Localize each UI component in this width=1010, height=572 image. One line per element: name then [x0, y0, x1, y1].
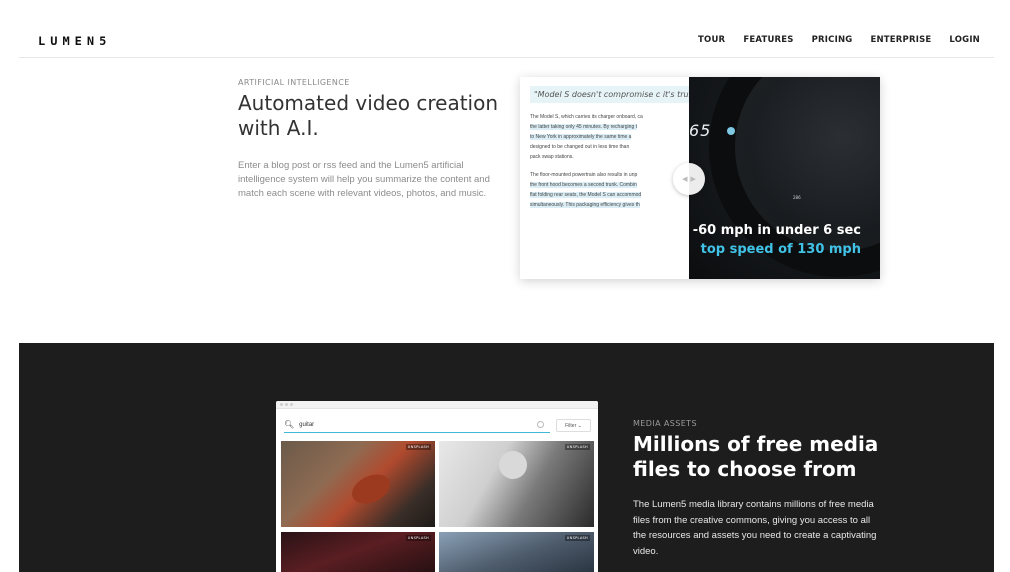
logo[interactable]: LUMEN5	[38, 34, 111, 47]
ai-title: Automated video creation with A.I.	[238, 91, 499, 140]
media-thumbnail[interactable]: UNSPLASH	[281, 532, 435, 572]
source-badge: UNSPLASH	[564, 444, 590, 450]
gauge-icon	[727, 127, 735, 135]
source-badge: UNSPLASH	[405, 535, 431, 541]
nav-tour[interactable]: TOUR	[698, 35, 725, 45]
source-badge: UNSPLASH	[405, 444, 431, 450]
video-caption-line2: top speed of 130 mph	[700, 242, 861, 257]
media-eyebrow: MEDIA ASSETS	[633, 419, 697, 428]
before-after-comparison: "Model S doesn't compromise c it's truly…	[520, 77, 880, 279]
person-image	[499, 451, 527, 479]
article-paragraph-1: The Model S, which carries its charger o…	[530, 112, 679, 162]
nav-login[interactable]: LOGIN	[949, 35, 980, 45]
article-line: designed to be changed out in less time …	[530, 144, 630, 150]
guitar-image	[347, 468, 395, 510]
ai-text-block: ARTIFICIAL INTELLIGENCE Automated video …	[238, 78, 498, 201]
article-quote: "Model S doesn't compromise c it's truly…	[530, 86, 689, 103]
article-paragraph-2: The floor-mounted powertrain also result…	[530, 170, 679, 210]
site-header: LUMEN5 TOUR FEATURES PRICING ENTERPRISE …	[0, 0, 1010, 58]
speed-readout: 65	[689, 121, 712, 140]
header-divider	[19, 57, 994, 58]
source-badge: UNSPLASH	[564, 535, 590, 541]
search-icon: 🔍︎	[284, 420, 295, 429]
chevron-left-icon: ◀	[682, 176, 688, 183]
article-line-highlight: to New York in approximately the same ti…	[530, 134, 632, 140]
media-thumbnail[interactable]: UNSPLASH	[439, 441, 594, 527]
small-readout: 286	[793, 195, 801, 200]
media-library-window: 🔍︎ guitar Filter ⌄ UNSPLASH UNSPLASH UNS…	[276, 401, 598, 572]
media-description: The Lumen5 media library contains millio…	[633, 499, 877, 557]
nav-features[interactable]: FEATURES	[743, 35, 793, 45]
window-titlebar	[276, 401, 598, 409]
article-line-highlight: the front hood becomes a second trunk. C…	[530, 182, 637, 188]
media-thumbnail[interactable]: UNSPLASH	[281, 441, 435, 527]
article-line-highlight: the latter taking only 45 minutes. By re…	[530, 124, 638, 130]
article-line-highlight: flat folding rear seats, the Model S can…	[530, 192, 642, 198]
article-preview: "Model S doesn't compromise c it's truly…	[520, 77, 689, 279]
comparison-slider-handle[interactable]: ◀ ▶	[673, 163, 705, 195]
media-thumbnail[interactable]: UNSPLASH	[439, 532, 594, 572]
ai-eyebrow: ARTIFICIAL INTELLIGENCE	[238, 78, 350, 87]
filter-dropdown[interactable]: Filter ⌄	[556, 419, 591, 432]
main-nav: TOUR FEATURES PRICING ENTERPRISE LOGIN	[698, 35, 980, 45]
clear-icon[interactable]	[537, 421, 544, 428]
article-line: pack swap stations.	[530, 154, 574, 160]
window-controls	[280, 403, 293, 406]
nav-pricing[interactable]: PRICING	[812, 35, 853, 45]
media-text-block: MEDIA ASSETS Millions of free media file…	[633, 419, 893, 559]
chevron-right-icon: ▶	[690, 176, 696, 183]
article-line: The Model S, which carries its charger o…	[530, 114, 643, 120]
article-line: The floor-mounted powertrain also result…	[530, 172, 638, 178]
ai-description: Enter a blog post or rss feed and the Lu…	[238, 160, 490, 199]
search-query: guitar	[299, 421, 315, 428]
video-caption-line1: -60 mph in under 6 sec	[692, 223, 861, 238]
media-search-input[interactable]: 🔍︎ guitar	[284, 417, 550, 433]
filter-label: Filter	[565, 422, 577, 429]
media-title: Millions of free media files to choose f…	[633, 432, 879, 481]
nav-enterprise[interactable]: ENTERPRISE	[870, 35, 931, 45]
article-line-highlight: simultaneously. This packaging efficienc…	[530, 202, 640, 208]
video-preview: 65 286 -60 mph in under 6 sec top speed …	[689, 77, 880, 279]
